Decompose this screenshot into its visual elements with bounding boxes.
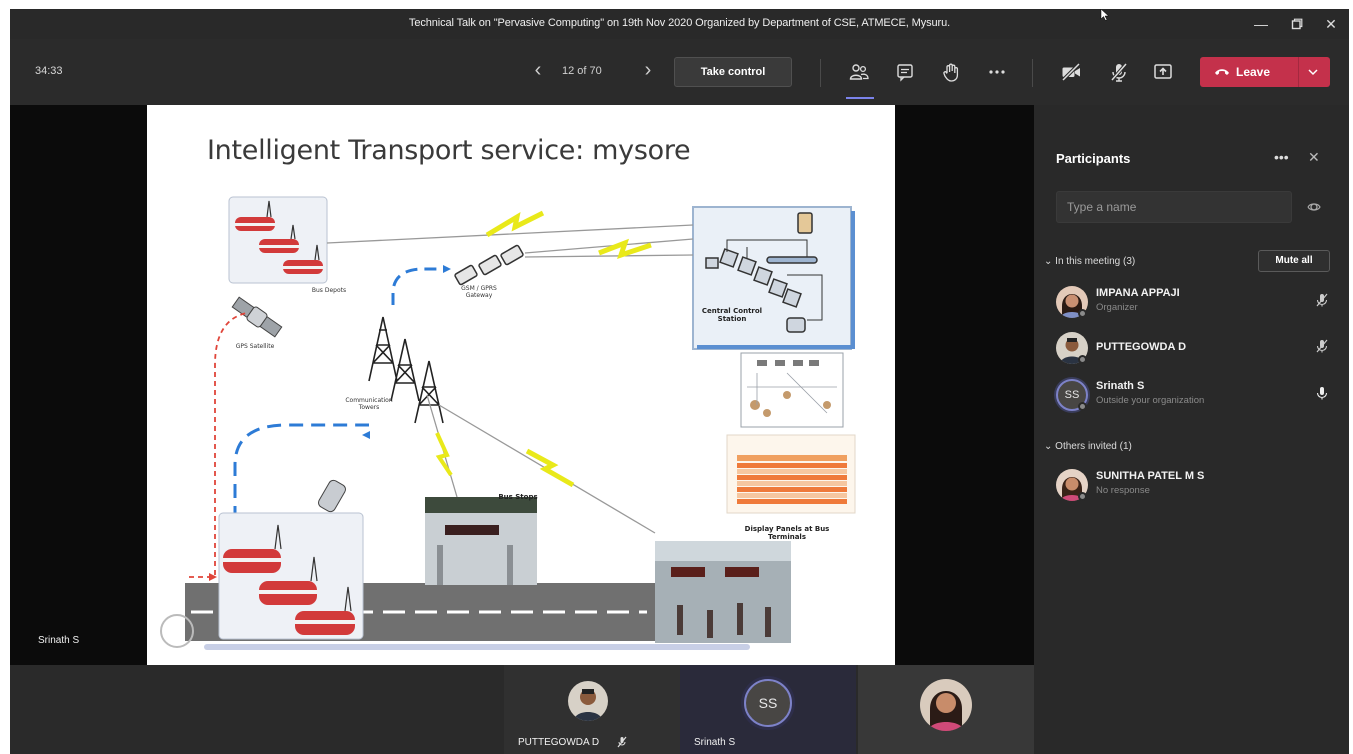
avatar-initials: SS [1064, 389, 1080, 401]
gps-satellite [231, 296, 283, 338]
previous-slide-button[interactable]: ‹ [528, 59, 548, 83]
close-window-icon[interactable]: ✕ [1320, 14, 1342, 34]
participant-name: Srinath S [1096, 380, 1145, 392]
slide-page-indicator: 12 of 70 [562, 65, 602, 77]
leave-button[interactable]: Leave [1200, 57, 1330, 87]
mouse-cursor-icon [1100, 9, 1110, 21]
label-central-control-station: Central Control Station [701, 307, 763, 323]
label-gps-satellite: GPS Satellite [235, 343, 275, 350]
slide-title: Intelligent Transport service: mysore [207, 135, 691, 166]
participant-row[interactable]: SS Srinath S Outside your organization [1034, 375, 1349, 419]
participant-row[interactable]: IMPANA APPAJI Organizer [1034, 282, 1349, 326]
participant-subtitle: Outside your organization [1096, 395, 1205, 406]
teams-meeting-window: Technical Talk on "Pervasive Computing" … [10, 9, 1349, 754]
participant-name: SUNITHA PATEL M S [1096, 470, 1205, 482]
shared-content-stage: Intelligent Transport service: mysore Bu… [10, 105, 1034, 665]
camera-off-icon[interactable] [1060, 61, 1082, 83]
presence-status-dot [1078, 492, 1087, 501]
invited-participant-row[interactable]: SUNITHA PATEL M S No response [1034, 465, 1349, 509]
chat-icon[interactable] [894, 61, 916, 83]
participant-tile[interactable]: PUTTEGOWDA D [504, 665, 680, 754]
raise-hand-icon[interactable] [940, 61, 962, 83]
mic-muted-icon [617, 736, 627, 748]
meeting-toolbar: 34:33 ‹ 12 of 70 › Take control Leave [10, 39, 1349, 105]
more-options-icon[interactable] [986, 61, 1008, 83]
in-meeting-label: In this meeting (3) [1055, 256, 1136, 267]
mute-all-button[interactable]: Mute all [1258, 250, 1330, 272]
take-control-button[interactable]: Take control [674, 57, 792, 87]
presence-status-dot [1078, 355, 1087, 364]
mic-muted-icon [1316, 293, 1328, 307]
toolbar-divider [820, 59, 821, 87]
others-invited-label: Others invited (1) [1055, 441, 1132, 452]
label-communication-towers: Communication Towers [345, 397, 393, 411]
participant-tile[interactable]: SS Srinath S [680, 665, 856, 754]
presenter-name: Srinath S [38, 635, 80, 646]
chevron-down-icon: ⌄ [1044, 441, 1053, 452]
share-invite-icon[interactable] [1306, 199, 1322, 215]
meeting-timer: 34:33 [35, 65, 63, 77]
participant-name: IMPANA APPAJI [1096, 287, 1180, 299]
gateway-routers [454, 244, 524, 286]
central-control-box [692, 206, 852, 350]
hang-up-phone-icon [1215, 69, 1229, 75]
chevron-down-icon[interactable] [1306, 65, 1320, 79]
participant-row[interactable]: PUTTEGOWDA D [1034, 328, 1349, 372]
chevron-down-icon: ⌄ [1044, 256, 1053, 267]
mic-muted-icon [1316, 339, 1328, 353]
window-title: Technical Talk on "Pervasive Computing" … [408, 17, 951, 29]
leave-label: Leave [1236, 65, 1271, 79]
participants-active-indicator [846, 97, 874, 99]
avatar-initials: SS [744, 679, 792, 727]
others-invited-section-header[interactable]: ⌄ Others invited (1) [1044, 441, 1132, 452]
label-bus-depots: Bus Depots [311, 287, 347, 294]
close-icon[interactable]: ✕ [1308, 149, 1320, 166]
mic-on-icon [1316, 387, 1328, 400]
label-bus-stops: Bus Stops [498, 493, 538, 501]
toolbar-divider [1032, 59, 1033, 87]
tile-name: Srinath S [694, 737, 736, 748]
participant-tile[interactable] [858, 665, 1034, 754]
panel-more-options-icon[interactable]: ••• [1274, 149, 1289, 165]
panel-title: Participants [1056, 151, 1131, 166]
label-gateway: GSM / GPRS Gateway [461, 285, 497, 299]
presence-status-dot [1078, 402, 1087, 411]
participant-photo-puttegowda [568, 681, 608, 721]
participant-photo [920, 679, 972, 731]
title-bar: Technical Talk on "Pervasive Computing" … [10, 9, 1349, 39]
office-layout-image [740, 352, 844, 428]
participant-role: Organizer [1096, 302, 1138, 313]
participant-name: PUTTEGOWDA D [1096, 341, 1187, 353]
participant-video-strip: PUTTEGOWDA D SS Srinath S [10, 665, 1034, 754]
presence-status-dot [1078, 309, 1087, 318]
minimize-icon[interactable]: — [1250, 14, 1272, 34]
participants-icon[interactable] [848, 61, 870, 83]
participants-panel: Participants ••• ✕ ⌄ In this meeting (3)… [1034, 105, 1349, 754]
participant-subtitle: No response [1096, 485, 1150, 496]
leave-divider [1298, 57, 1299, 87]
tile-name: PUTTEGOWDA D [518, 737, 600, 748]
share-screen-icon[interactable] [1152, 61, 1174, 83]
in-meeting-section-header[interactable]: ⌄ In this meeting (3) [1044, 256, 1135, 267]
transport-system-diagram [160, 196, 856, 650]
label-display-panels: Display Panels at Bus Terminals [744, 525, 830, 541]
presentation-slide: Intelligent Transport service: mysore Bu… [147, 105, 895, 665]
next-slide-button[interactable]: › [638, 59, 658, 83]
participant-search-input[interactable] [1056, 191, 1292, 223]
maximize-icon[interactable] [1286, 14, 1308, 34]
mobile-phone [318, 479, 346, 513]
mic-muted-icon[interactable] [1108, 61, 1130, 83]
